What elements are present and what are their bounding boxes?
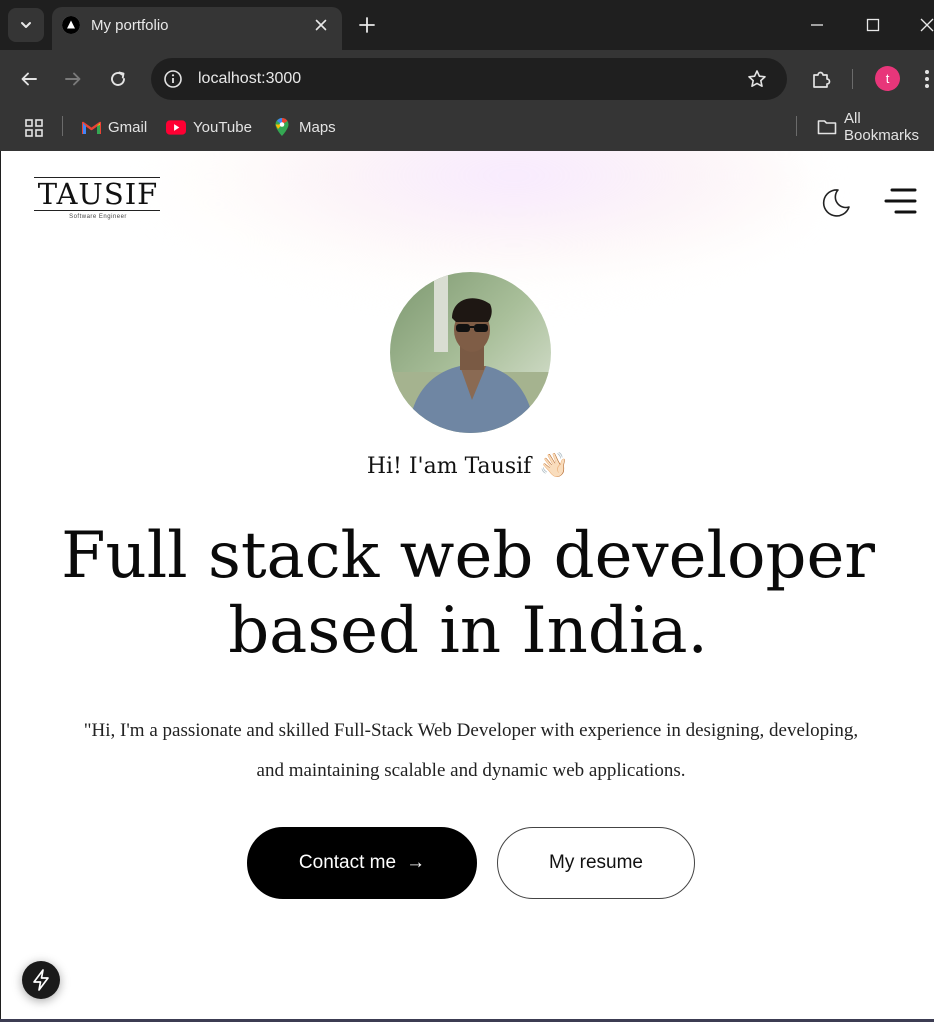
puzzle-icon xyxy=(813,71,831,88)
hero-headline: Full stack web developer based in India. xyxy=(1,519,934,669)
new-tab-button[interactable] xyxy=(354,12,380,38)
contact-me-button[interactable]: Contact me → xyxy=(247,827,477,899)
close-icon xyxy=(920,18,934,32)
browser-tabstrip: My portfolio xyxy=(0,0,934,50)
active-tab[interactable]: My portfolio xyxy=(52,7,342,50)
folder-icon xyxy=(817,117,837,137)
logo-name: TAUSIF xyxy=(37,177,159,211)
reload-icon xyxy=(111,71,125,86)
youtube-icon xyxy=(166,117,186,137)
bookmark-label: Maps xyxy=(299,118,336,136)
more-vert-icon xyxy=(925,70,929,88)
browser-menu-button[interactable] xyxy=(920,65,934,93)
site-logo[interactable]: TAUSIF Software Engineer xyxy=(34,177,162,220)
bookmark-gmail[interactable]: Gmail xyxy=(81,114,147,140)
minimize-icon xyxy=(811,24,823,26)
menu-hamburger-icon[interactable] xyxy=(882,185,918,217)
maps-icon xyxy=(272,117,292,137)
chevron-down-icon xyxy=(21,22,31,28)
toolbar-divider xyxy=(852,69,853,89)
hero-greeting: Hi! I'am Tausif 👋🏻 xyxy=(1,451,934,479)
bookmarks-divider xyxy=(796,116,797,136)
nextjs-favicon-icon xyxy=(62,16,80,34)
headline-line-2: based in India. xyxy=(228,594,708,668)
my-resume-button[interactable]: My resume xyxy=(497,827,695,899)
nextjs-devtools-bolt-icon[interactable] xyxy=(22,961,60,999)
bookmarks-divider xyxy=(62,116,63,136)
site-info-icon[interactable] xyxy=(161,67,185,91)
back-button[interactable] xyxy=(15,65,43,93)
profile-photo xyxy=(390,272,551,433)
address-bar[interactable]: localhost:3000 xyxy=(151,58,787,100)
bookmark-label: Gmail xyxy=(108,118,148,136)
minimize-button[interactable] xyxy=(802,10,832,40)
reload-button[interactable] xyxy=(104,65,132,93)
apps-grid-icon[interactable] xyxy=(22,116,46,140)
plus-icon xyxy=(359,17,375,33)
tab-search-button[interactable] xyxy=(8,8,44,42)
all-bookmarks-folder[interactable]: All Bookmarks xyxy=(817,110,934,144)
url-text: localhost:3000 xyxy=(198,70,302,87)
tab-close-icon[interactable] xyxy=(310,14,332,36)
theme-toggle-moon-icon[interactable] xyxy=(817,185,853,221)
headline-line-1: Full stack web developer xyxy=(61,519,875,593)
forward-button[interactable] xyxy=(59,65,87,93)
all-bookmarks-label: All Bookmarks xyxy=(844,110,920,144)
tab-title: My portfolio xyxy=(91,17,169,34)
bookmarks-bar: Gmail YouTube Maps All Bookmarks xyxy=(0,108,934,151)
hero-intro-text: "Hi, I'm a passionate and skilled Full-S… xyxy=(83,720,859,781)
waving-hand-icon: 👋🏻 xyxy=(539,451,570,479)
extensions-button[interactable] xyxy=(807,65,835,93)
gmail-icon xyxy=(81,117,101,137)
logo-tagline: Software Engineer xyxy=(69,214,127,220)
close-window-button[interactable] xyxy=(912,10,934,40)
bookmark-youtube[interactable]: YouTube xyxy=(166,114,252,140)
browser-toolbar: localhost:3000 t xyxy=(0,50,934,108)
arrow-right-icon xyxy=(65,72,81,86)
header-gradient-glow xyxy=(151,151,811,291)
bookmark-label: YouTube xyxy=(193,118,252,136)
maximize-icon xyxy=(866,18,880,32)
bookmark-maps[interactable]: Maps xyxy=(272,114,336,140)
arrow-left-icon xyxy=(21,72,37,86)
page-viewport: TAUSIF Software Engineer Hi! I'am Tausif… xyxy=(0,151,934,1019)
greeting-text: Hi! I'am Tausif xyxy=(366,454,532,479)
maximize-button[interactable] xyxy=(858,10,888,40)
arrow-right-icon: → xyxy=(406,852,426,873)
my-resume-label: My resume xyxy=(549,852,643,873)
profile-avatar[interactable]: t xyxy=(875,66,900,91)
bookmark-star-icon[interactable] xyxy=(745,67,769,91)
contact-me-label: Contact me xyxy=(298,852,397,873)
